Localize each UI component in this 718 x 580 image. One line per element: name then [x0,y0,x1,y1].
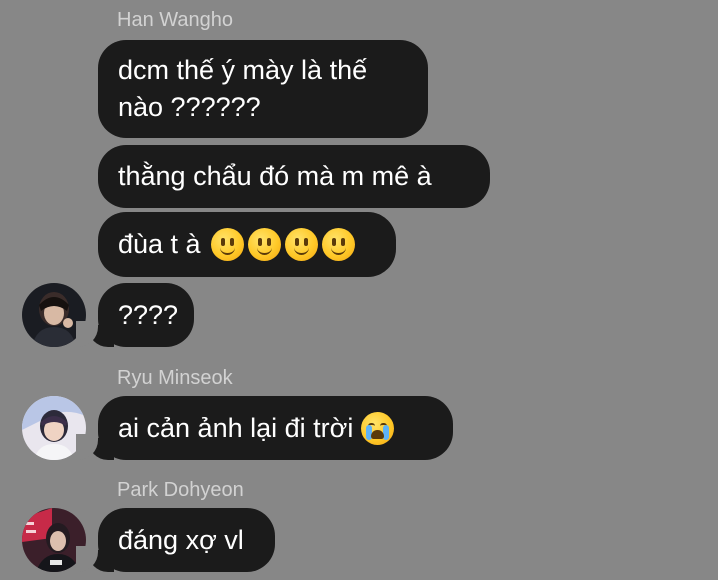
message-text: dcm thế ý mày là thế nào ?????? [118,55,368,122]
loudly-crying-face-icon [361,411,395,445]
message-text: ???? [118,299,179,330]
bubble-tail-mask [76,434,98,460]
message-text: thằng chẩu đó mà m mê à [118,161,432,191]
message-bubble[interactable]: ai cản ảnh lại đi trời [98,396,453,460]
bubble-tail-mask [76,321,98,347]
message-text: ai cản ảnh lại đi trời [118,412,354,443]
message-bubble[interactable]: thằng chẩu đó mà m mê à [98,145,490,208]
message-bubble[interactable]: đùa t à [98,212,396,277]
slightly-smiling-face-icon [247,228,281,261]
slightly-smiling-face-icon [321,228,355,261]
slightly-smiling-face-icon [210,228,244,261]
message-text: đùa t à [118,229,201,259]
message-bubble[interactable]: đáng xợ vl [98,508,275,572]
slightly-smiling-face-icon [284,228,318,261]
message-bubble[interactable]: dcm thế ý mày là thế nào ?????? [98,40,428,138]
sender-name: Ryu Minseok [117,367,233,389]
sender-name: Han Wangho [117,9,233,31]
message-text: đáng xợ vl [118,524,244,555]
sender-name: Park Dohyeon [117,479,244,501]
bubble-tail-mask [76,546,98,572]
